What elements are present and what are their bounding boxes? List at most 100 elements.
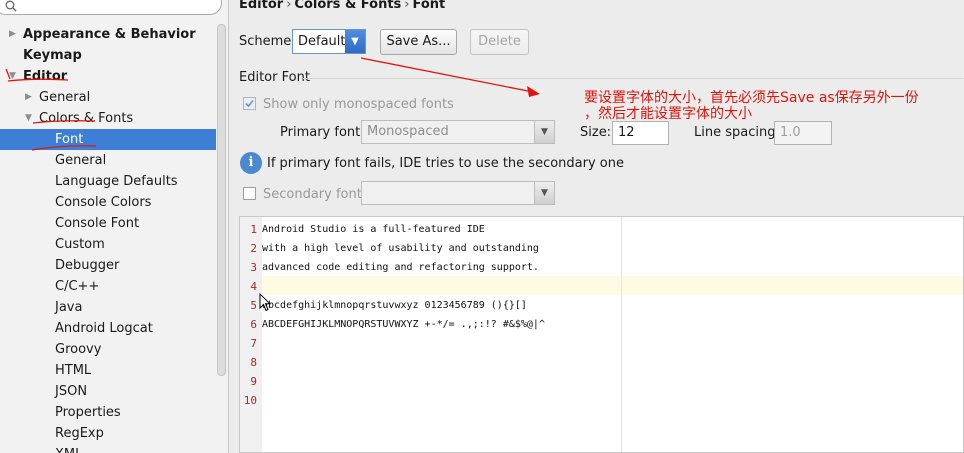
monospaced-only-checkbox[interactable] <box>243 97 256 110</box>
chevron-right-icon[interactable]: ▶ <box>9 24 16 45</box>
tree-item-regexp[interactable]: RegExp <box>0 423 216 444</box>
tree-item-label: Android Logcat <box>55 321 153 336</box>
tree-item-json[interactable]: JSON <box>0 381 216 402</box>
line-number: 5 <box>250 299 257 312</box>
mouse-cursor-icon <box>259 293 271 312</box>
tree-item-xml[interactable]: XML <box>0 444 216 453</box>
chevron-down-icon[interactable]: ▼ <box>534 182 554 204</box>
settings-tree: ▶ Appearance & Behavior Keymap ▼ Editor ▶ G… <box>0 24 216 453</box>
delete-button[interactable]: Delete <box>470 29 529 55</box>
group-divider <box>303 78 963 79</box>
tree-item-keymap[interactable]: Keymap <box>0 45 216 66</box>
scheme-label: Scheme: <box>239 34 296 49</box>
tree-item-debugger[interactable]: Debugger <box>0 255 216 276</box>
line-number: 1 <box>250 223 257 236</box>
line-spacing-input[interactable]: 1.0 <box>774 121 832 145</box>
tree-item-font[interactable]: Font <box>0 129 216 150</box>
line-number: 7 <box>250 337 257 350</box>
tree-item-label: Language Defaults <box>55 174 178 189</box>
chevron-down-icon[interactable]: ▼ <box>345 30 365 53</box>
line-text: Android Studio is a full-featured IDE <box>262 224 485 235</box>
tree-item-cpp[interactable]: C/C++ <box>0 276 216 297</box>
breadcrumb-editor: Editor <box>239 0 284 12</box>
tree-item-colors-fonts[interactable]: ▼ Colors & Fonts <box>0 108 216 129</box>
size-input[interactable]: 12 <box>612 121 669 145</box>
search-icon <box>5 0 17 12</box>
line-number: 2 <box>250 242 257 255</box>
tree-item-label: Keymap <box>23 48 82 63</box>
line-number: 3 <box>250 261 257 274</box>
current-line-highlight <box>262 276 963 295</box>
tree-item-label: Properties <box>55 405 121 420</box>
tree-item-label: Console Font <box>55 216 140 231</box>
line-number: 8 <box>250 356 257 369</box>
tree-item-properties[interactable]: Properties <box>0 402 216 423</box>
breadcrumb-separator: › <box>286 0 292 12</box>
tree-item-label: XML <box>55 444 82 453</box>
tree-item-label: Appearance & Behavior <box>23 27 196 42</box>
breadcrumb-separator: › <box>404 0 410 12</box>
primary-font-value: Monospaced <box>367 124 449 139</box>
tree-item-label: General <box>39 90 91 105</box>
tree-item-appearance-behavior[interactable]: ▶ Appearance & Behavior <box>0 24 216 45</box>
tree-item-label: Custom <box>55 237 105 252</box>
tree-item-cf-general[interactable]: General <box>0 150 216 171</box>
line-number: 6 <box>250 318 257 331</box>
size-label: Size: <box>580 125 612 140</box>
tree-scrollbar[interactable] <box>217 24 226 376</box>
tree-item-groovy[interactable]: Groovy <box>0 339 216 360</box>
line-number: 4 <box>250 280 257 293</box>
tree-item-label: C/C++ <box>55 279 100 294</box>
tree-item-label: Debugger <box>55 258 120 273</box>
tree-item-label: JSON <box>55 384 88 399</box>
tree-item-label: Groovy <box>55 342 102 357</box>
tree-item-label: Console Colors <box>55 195 152 210</box>
save-as-button[interactable]: Save As... <box>380 29 457 55</box>
tree-item-label: Java <box>55 300 83 315</box>
tree-item-editor[interactable]: ▼ Editor <box>0 66 216 87</box>
scheme-value: Default <box>298 34 346 49</box>
settings-sidebar: ▶ Appearance & Behavior Keymap ▼ Editor ▶ G… <box>0 0 229 453</box>
tree-item-label: HTML <box>55 363 92 378</box>
line-text: advanced code editing and refactoring su… <box>262 262 539 273</box>
tree-item-label: Colors & Fonts <box>39 111 134 126</box>
chevron-down-icon[interactable]: ▼ <box>25 108 32 129</box>
right-margin-guide <box>621 217 622 452</box>
chevron-down-icon[interactable]: ▼ <box>9 66 16 87</box>
line-number: 9 <box>250 375 257 388</box>
search-input[interactable] <box>0 0 222 15</box>
checkmark-icon <box>245 99 254 108</box>
primary-font-select[interactable]: Monospaced ▼ <box>361 120 555 144</box>
monospaced-only-label: Show only monospaced fonts <box>263 97 454 112</box>
primary-font-label: Primary font: <box>280 125 365 140</box>
annotation-line-1: 要设置字体的大小，首先必须先Save as保存另外一份 <box>584 90 919 106</box>
annotation-line-2: ，然后才能设置字体的大小 <box>584 106 752 122</box>
chevron-down-icon[interactable]: ▼ <box>534 121 554 143</box>
tree-item-editor-general[interactable]: ▶ General <box>0 87 216 108</box>
secondary-font-select[interactable]: ▼ <box>361 181 555 205</box>
annotation-note: 要设置字体的大小，首先必须先Save as保存另外一份 ，然后才能设置字体的大小 <box>584 90 964 122</box>
font-preview-editor[interactable]: 1 Android Studio is a full-featured IDE 2… <box>239 216 964 453</box>
tree-item-html[interactable]: HTML <box>0 360 216 381</box>
tree-item-label: Font <box>55 132 84 147</box>
tree-item-android-logcat[interactable]: Android Logcat <box>0 318 216 339</box>
breadcrumb-colors-fonts: Colors & Fonts <box>294 0 402 12</box>
scheme-select[interactable]: Default ▼ <box>292 29 366 54</box>
chevron-right-icon[interactable]: ▶ <box>25 87 32 108</box>
line-text: ABCDEFGHIJKLMNOPQRSTUVWXYZ +-*/= .,;:!? … <box>262 319 545 330</box>
tree-item-console-colors[interactable]: Console Colors <box>0 192 216 213</box>
breadcrumb-font: Font <box>412 0 446 12</box>
tree-item-java[interactable]: Java <box>0 297 216 318</box>
tree-item-custom[interactable]: Custom <box>0 234 216 255</box>
tree-item-language-defaults[interactable]: Language Defaults <box>0 171 216 192</box>
secondary-font-checkbox[interactable] <box>243 187 256 200</box>
line-text: with a high level of usability and outst… <box>262 243 539 254</box>
tree-item-console-font[interactable]: Console Font <box>0 213 216 234</box>
tree-item-label: General <box>55 153 107 168</box>
line-number: 10 <box>243 394 257 407</box>
info-icon: i <box>240 152 262 174</box>
tree-item-label: Editor <box>23 69 68 84</box>
breadcrumb: Editor › Colors & Fonts › Font <box>239 0 445 12</box>
line-text: abcdefghijklmnopqrstuvwxyz 0123456789 ()… <box>262 300 527 311</box>
line-spacing-label: Line spacing: <box>694 125 780 140</box>
